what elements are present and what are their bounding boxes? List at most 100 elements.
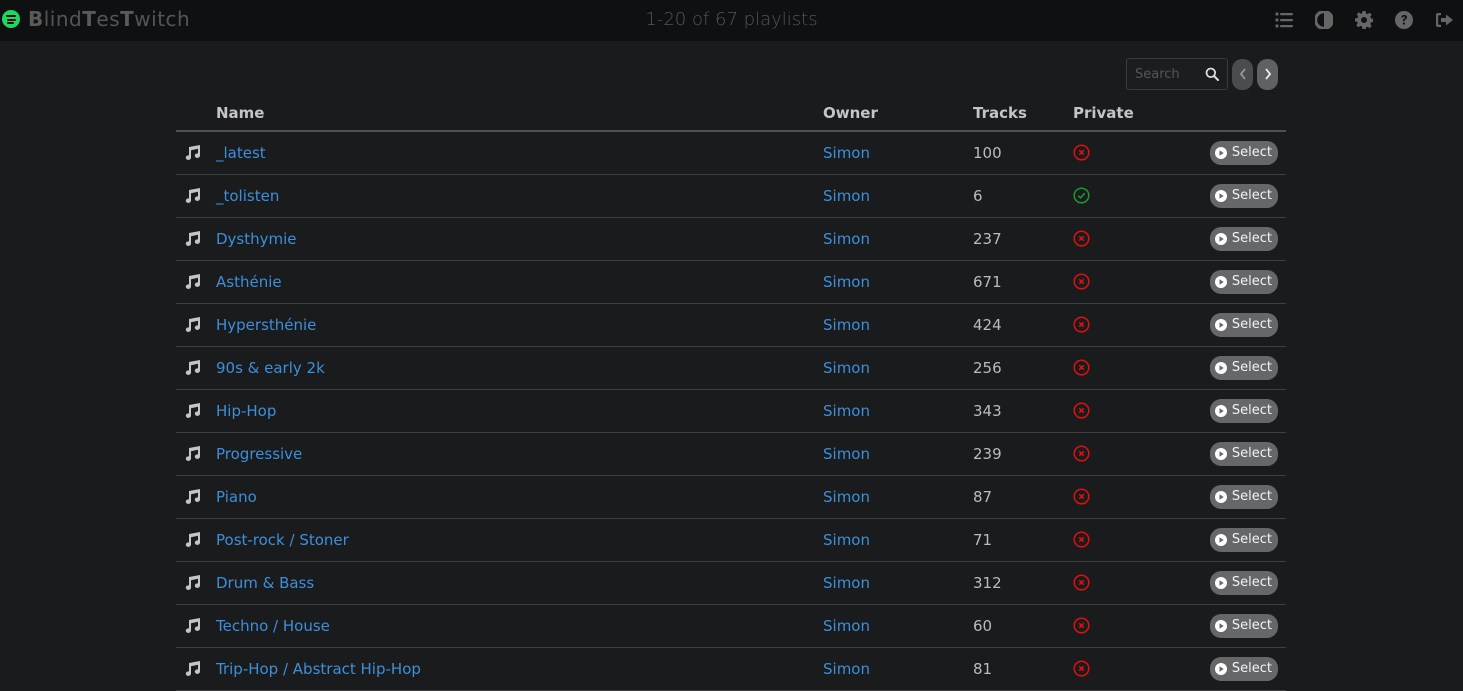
select-label: Select xyxy=(1231,618,1272,633)
search-input[interactable] xyxy=(1135,66,1205,82)
play-circle-icon xyxy=(1214,447,1227,460)
track-count: 71 xyxy=(973,530,993,549)
search-box xyxy=(1126,58,1228,90)
select-button[interactable]: Select xyxy=(1209,140,1278,165)
select-label: Select xyxy=(1231,360,1272,375)
help-icon[interactable] xyxy=(1395,11,1413,29)
music-note-icon xyxy=(184,402,216,419)
playlist-name-link[interactable]: Post-rock / Stoner xyxy=(216,531,349,549)
playlist-name-link[interactable]: Dysthymie xyxy=(216,230,297,248)
select-label: Select xyxy=(1231,188,1272,203)
previous-page-button[interactable] xyxy=(1232,58,1253,90)
x-circle-icon xyxy=(1073,488,1193,505)
search-icon[interactable] xyxy=(1205,67,1219,81)
select-button[interactable]: Select xyxy=(1209,312,1278,337)
playlist-name-link[interactable]: Trip-Hop / Abstract Hip-Hop xyxy=(216,660,421,678)
play-circle-icon xyxy=(1214,146,1227,159)
track-count: 256 xyxy=(973,358,1002,377)
x-circle-icon xyxy=(1073,402,1193,419)
table-row: Dysthymie Simon 237 Select xyxy=(176,217,1286,261)
owner-link[interactable]: Simon xyxy=(823,660,870,678)
top-bar: BlindTesTwitch 1-20 of 67 playlists xyxy=(0,0,1463,41)
playlist-name-link[interactable]: Piano xyxy=(216,488,257,506)
table-row: 90s & early 2k Simon 256 Select xyxy=(176,346,1286,390)
track-count: 81 xyxy=(973,659,993,678)
select-label: Select xyxy=(1231,489,1272,504)
select-button[interactable]: Select xyxy=(1209,355,1278,380)
music-note-icon xyxy=(184,187,216,204)
x-circle-icon xyxy=(1073,617,1193,634)
play-circle-icon xyxy=(1214,232,1227,245)
playlist-name-link[interactable]: Asthénie xyxy=(216,273,282,291)
table-row: Trip-Hop / Abstract Hip-Hop Simon 81 Sel… xyxy=(176,647,1286,691)
music-note-icon xyxy=(184,488,216,505)
next-page-button[interactable] xyxy=(1257,58,1278,90)
select-label: Select xyxy=(1231,532,1272,547)
music-note-icon xyxy=(184,230,216,247)
select-button[interactable]: Select xyxy=(1209,441,1278,466)
playlist-name-link[interactable]: Progressive xyxy=(216,445,302,463)
x-circle-icon xyxy=(1073,144,1193,161)
select-label: Select xyxy=(1231,446,1272,461)
select-button[interactable]: Select xyxy=(1209,398,1278,423)
list-icon[interactable] xyxy=(1275,11,1293,29)
music-note-icon xyxy=(184,273,216,290)
owner-link[interactable]: Simon xyxy=(823,230,870,248)
owner-link[interactable]: Simon xyxy=(823,402,870,420)
music-note-icon xyxy=(184,316,216,333)
owner-link[interactable]: Simon xyxy=(823,359,870,377)
x-circle-icon xyxy=(1073,531,1193,548)
owner-link[interactable]: Simon xyxy=(823,187,870,205)
x-circle-icon xyxy=(1073,230,1193,247)
track-count: 312 xyxy=(973,573,1002,592)
table-row: Post-rock / Stoner Simon 71 Select xyxy=(176,518,1286,562)
play-circle-icon xyxy=(1214,318,1227,331)
select-button[interactable]: Select xyxy=(1209,226,1278,251)
playlist-name-link[interactable]: _tolisten xyxy=(216,187,279,205)
header-tracks[interactable]: Tracks xyxy=(973,95,1073,132)
track-count: 239 xyxy=(973,444,1002,463)
select-button[interactable]: Select xyxy=(1209,269,1278,294)
select-label: Select xyxy=(1231,274,1272,289)
playlist-name-link[interactable]: Drum & Bass xyxy=(216,574,314,592)
playlist-name-link[interactable]: 90s & early 2k xyxy=(216,359,325,377)
owner-link[interactable]: Simon xyxy=(823,488,870,506)
table-row: Techno / House Simon 60 Select xyxy=(176,604,1286,648)
owner-link[interactable]: Simon xyxy=(823,617,870,635)
x-circle-icon xyxy=(1073,574,1193,591)
owner-link[interactable]: Simon xyxy=(823,273,870,291)
owner-link[interactable]: Simon xyxy=(823,144,870,162)
select-button[interactable]: Select xyxy=(1209,656,1278,681)
music-note-icon xyxy=(184,660,216,677)
header-name[interactable]: Name xyxy=(216,95,823,132)
playlist-name-link[interactable]: Hip-Hop xyxy=(216,402,276,420)
owner-link[interactable]: Simon xyxy=(823,574,870,592)
playlist-name-link[interactable]: Techno / House xyxy=(216,617,330,635)
select-button[interactable]: Select xyxy=(1209,613,1278,638)
x-circle-icon xyxy=(1073,273,1193,290)
playlist-name-link[interactable]: Hypersthénie xyxy=(216,316,316,334)
select-button[interactable]: Select xyxy=(1209,183,1278,208)
playlist-name-link[interactable]: _latest xyxy=(216,144,266,162)
header-owner[interactable]: Owner xyxy=(823,95,973,132)
music-note-icon xyxy=(184,574,216,591)
track-count: 100 xyxy=(973,143,1002,162)
select-label: Select xyxy=(1231,231,1272,246)
select-button[interactable]: Select xyxy=(1209,484,1278,509)
select-button[interactable]: Select xyxy=(1209,570,1278,595)
check-circle-icon xyxy=(1073,187,1193,204)
header-private[interactable]: Private xyxy=(1073,95,1193,132)
contrast-icon[interactable] xyxy=(1314,10,1334,30)
gear-icon[interactable] xyxy=(1355,11,1374,30)
chevron-right-icon xyxy=(1264,68,1271,80)
logout-icon[interactable] xyxy=(1435,11,1453,29)
owner-link[interactable]: Simon xyxy=(823,316,870,334)
table-row: _tolisten Simon 6 Select xyxy=(176,174,1286,218)
select-label: Select xyxy=(1231,661,1272,676)
owner-link[interactable]: Simon xyxy=(823,445,870,463)
pagination-range: 1-20 of 67 playlists xyxy=(645,9,818,30)
table-row: Hypersthénie Simon 424 Select xyxy=(176,303,1286,347)
table-row: Piano Simon 87 Select xyxy=(176,475,1286,519)
select-button[interactable]: Select xyxy=(1209,527,1278,552)
owner-link[interactable]: Simon xyxy=(823,531,870,549)
